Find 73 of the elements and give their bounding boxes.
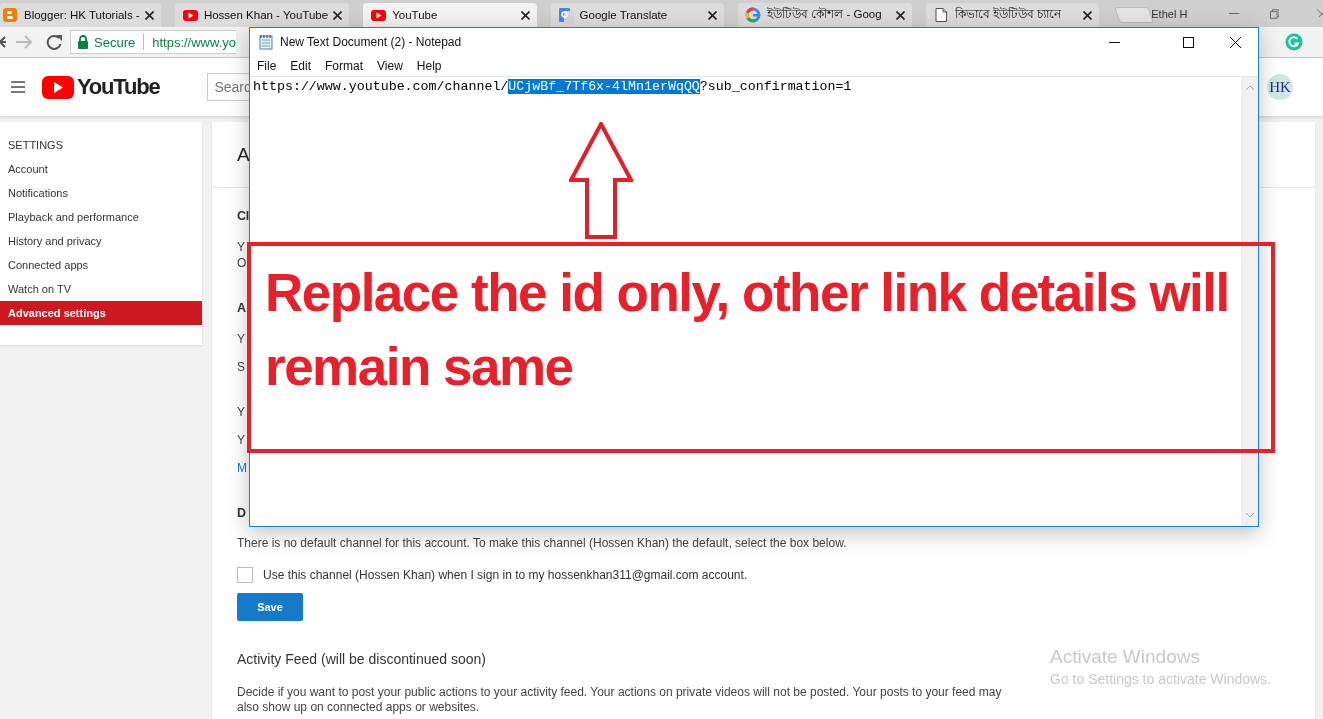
tab-title: Blogger: HK Tutorials - [24,9,140,21]
annotation-text: Replace the id only, other link details will remain same [265,262,1230,399]
sidebar-item[interactable]: Playback and performance [0,205,202,229]
google-icon [745,6,763,24]
address-field[interactable]: Secure https://www.yo [70,30,236,54]
menu-item[interactable]: Edit [290,59,312,73]
browser-tab[interactable]: কিভাবে ইউটিউব চ্যানে [925,3,1099,27]
text-line: S [237,359,245,375]
lock-icon [77,35,89,49]
secure-label: Secure [94,34,136,50]
back-icon[interactable] [0,36,6,48]
scrollbar[interactable] [1241,77,1258,526]
text-line: Y O [237,239,247,271]
sidebar-item[interactable]: Account [0,157,202,181]
browser-tab[interactable]: Hossen Khan - YouTube [174,3,350,27]
avatar[interactable]: HK [1267,74,1293,100]
checkbox[interactable] [237,567,253,583]
menu-item[interactable]: File [257,59,277,73]
description-text: There is no default channel for this account. To make this channel (Hossen Khan) the default, select the box below. [237,536,848,551]
close-icon[interactable] [144,10,154,20]
translate-icon [557,6,575,24]
section-heading: D [237,505,246,521]
page-heading: A [237,143,250,166]
section-heading: Activity Feed (will be discontinued soon) [237,651,486,667]
text-area[interactable]: https://www.youtube.com/channel/UCjwBf_7Tf6x-4lMn1erWqQQ?sub_confirmation=1 [250,77,855,96]
sidebar-item[interactable]: Notifications [0,181,202,205]
menu-icon[interactable] [11,81,25,93]
browser-tab[interactable]: Google Translate [550,3,725,27]
profile-name[interactable]: Ethel H [1151,7,1188,20]
reload-icon[interactable] [46,34,62,50]
browser-tab[interactable]: YouTube [363,3,537,27]
close-icon[interactable] [1230,36,1241,48]
window-title: New Text Document (2) - Notepad [280,35,462,49]
sidebar-item[interactable]: Advanced settings [0,301,202,325]
description-text: Decide if you want to post your public actions to your activity feed. Your actions on private videos will not be posted. Your posts to your feed may also show up on connected apps or websites. [237,685,1003,715]
sidebar-heading: SETTINGS [7,138,64,153]
maximize-icon[interactable] [1183,36,1194,48]
youtube-logo[interactable]: YouTube [42,74,160,100]
checkbox-label: Use this channel (Hossen Khan) when I sign in to my hossenkhan311@gmail.com account. [263,568,748,582]
close-icon[interactable] [895,10,905,20]
tab-title: Google Translate [579,9,669,21]
sidebar-item[interactable]: Watch on TV [0,277,202,301]
close-icon[interactable] [520,10,530,20]
url-text: https://www.yo [152,34,236,50]
tab-title: কিভাবে ইউটিউব চ্যানে [954,6,1063,22]
sidebar-item[interactable]: History and privacy [0,229,202,253]
close-icon[interactable] [1083,10,1092,20]
menu-item[interactable]: View [377,59,403,73]
chevron-up-icon [1244,85,1255,91]
document-icon [932,6,950,24]
blogger-icon [2,6,19,24]
close-icon[interactable] [708,10,718,20]
notepad-icon [258,34,274,50]
text-line: Y [237,404,245,420]
close-icon[interactable] [333,10,343,20]
tab-title: ইউটিউব কৌশল - Goog [767,6,883,22]
tab-title: YouTube [392,9,439,21]
play-icon [42,75,74,99]
browser-tab[interactable]: ইউটিউব কৌশল - Goog [738,3,912,27]
sidebar-item[interactable]: Connected apps [0,253,202,277]
browser-tab[interactable]: Blogger: HK Tutorials - [0,3,161,27]
minimize-icon[interactable] [1109,41,1120,43]
tab-title: Hossen Khan - YouTube [203,9,329,21]
save-button[interactable]: Save [237,593,303,621]
link[interactable]: M [237,460,247,476]
menu-item[interactable]: Help [416,59,442,73]
text-line: Y [237,331,245,347]
section-heading: A [237,300,246,316]
menu-item[interactable]: Format [325,59,364,73]
section-heading: Cl [237,208,249,224]
chevron-down-icon [1244,512,1255,518]
text-line: Y [237,432,245,448]
restore-icon[interactable] [1269,8,1280,19]
